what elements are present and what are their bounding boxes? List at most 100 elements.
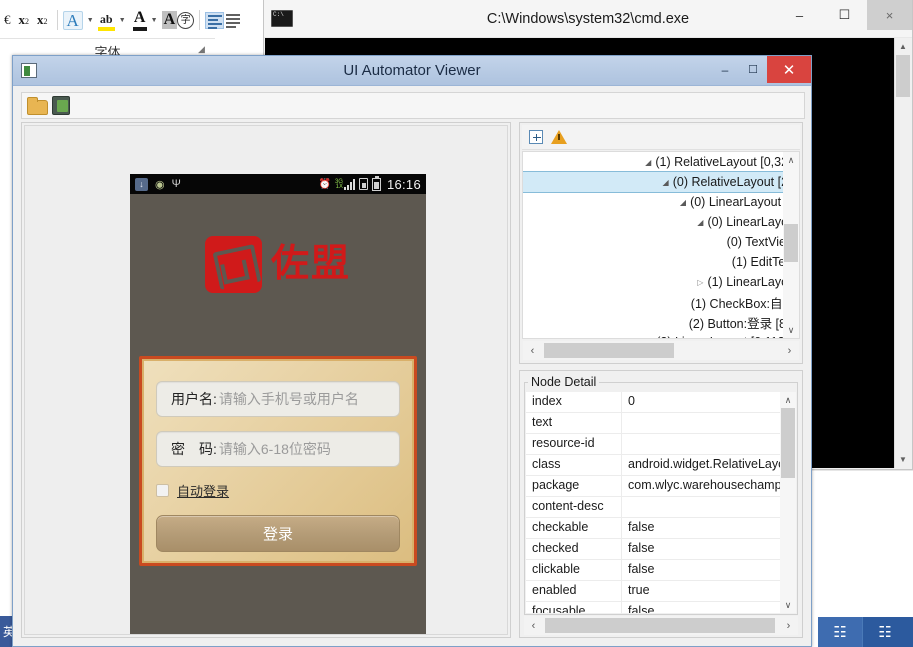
divider — [57, 10, 58, 30]
detail-hscroll-thumb[interactable] — [545, 618, 775, 633]
uiav-minimize-button[interactable]: – — [711, 57, 739, 82]
device-screenshot[interactable]: ↓ ◉ Ψ ⏰ 3G 1X — [130, 174, 426, 634]
cmd-maximize-button[interactable]: ☐ — [822, 0, 867, 30]
align-left-button[interactable] — [205, 12, 224, 29]
font-color-icon[interactable]: A — [133, 9, 147, 31]
highlight-icon[interactable]: ab — [98, 10, 115, 31]
tree-node[interactable]: (2) Button:登录 [8C — [523, 312, 799, 332]
cmd-scroll-down-icon[interactable]: ▼ — [895, 451, 911, 468]
chevron-down-icon[interactable]: ◢ — [646, 338, 652, 340]
tree-hscroll-thumb[interactable] — [544, 343, 674, 358]
tree-scroll-left-icon[interactable]: ‹ — [523, 345, 542, 357]
ui-automator-viewer-window: UI Automator Viewer – ☐ ✕ ↓ ◉ — [12, 55, 812, 647]
detail-scroll-right-icon[interactable]: › — [779, 620, 798, 632]
cmd-minimize-button[interactable]: – — [777, 0, 822, 30]
table-row[interactable]: index0 — [526, 392, 780, 413]
taskbar-item-2[interactable]: ☷ — [863, 617, 907, 647]
align-justify-button[interactable] — [224, 12, 243, 29]
table-row[interactable]: checkablefalse — [526, 518, 780, 539]
tree-node-selected[interactable]: ◢(0) RelativeLayout [20 — [523, 172, 799, 192]
tree-scroll-down-icon[interactable]: ∨ — [783, 322, 799, 338]
tree-scroll-right-icon[interactable]: › — [780, 345, 799, 357]
open-folder-icon[interactable] — [27, 97, 47, 114]
auto-login-row[interactable]: 自动登录 — [156, 481, 400, 500]
table-row[interactable]: classandroid.widget.RelativeLayou — [526, 455, 780, 476]
uiav-close-button[interactable]: ✕ — [767, 56, 811, 83]
cmd-title-bar[interactable]: C:\ C:\Windows\system32\cmd.exe – ☐ × — [264, 0, 912, 38]
tree-node[interactable]: (1) CheckBox:自动 — [523, 292, 799, 312]
tree-scroll-up-icon[interactable]: ∧ — [783, 152, 799, 168]
text-effects-icon[interactable]: A — [63, 11, 83, 30]
taskbar: ☷ ☷ — [818, 617, 913, 647]
app-screen: 佐盟 用户名: 请输入手机号或用户名 密 码: 请输入6-18位密码 — [130, 194, 426, 634]
chevron-down-icon[interactable]: ▼ — [119, 17, 126, 24]
device-screenshot-icon[interactable] — [52, 96, 70, 115]
tree-horizontal-scrollbar[interactable]: ‹ › — [523, 341, 799, 360]
uiav-title-text: UI Automator Viewer — [13, 62, 811, 79]
status-clock: 16:16 — [387, 177, 421, 192]
detail-key: class — [526, 455, 622, 475]
table-row[interactable]: content-desc — [526, 497, 780, 518]
chevron-down-icon[interactable]: ◢ — [663, 178, 669, 187]
superscript-button[interactable]: x2 — [33, 12, 52, 28]
username-field[interactable]: 用户名: 请输入手机号或用户名 — [156, 381, 400, 417]
table-row[interactable]: focusablefalse — [526, 602, 780, 613]
uiav-title-bar[interactable]: UI Automator Viewer – ☐ ✕ — [13, 56, 811, 86]
cmd-scroll-thumb[interactable] — [896, 55, 910, 97]
table-row[interactable]: enabledtrue — [526, 581, 780, 602]
node-tree[interactable]: ◢(1) RelativeLayout [0,322 ◢(0) Relative… — [522, 151, 800, 339]
shading-icon[interactable]: A — [162, 11, 178, 29]
auto-login-checkbox[interactable] — [156, 484, 169, 497]
detail-key: focusable — [526, 602, 622, 613]
detail-scroll-left-icon[interactable]: ‹ — [524, 620, 543, 632]
detail-horizontal-scrollbar[interactable]: ‹ › — [524, 616, 798, 635]
tree-vertical-scrollbar[interactable]: ∧ ∨ — [783, 152, 799, 338]
tree-node[interactable]: (0) TextView — [523, 232, 799, 252]
uiav-maximize-button[interactable]: ☐ — [739, 57, 767, 82]
table-row[interactable]: resource-id — [526, 434, 780, 455]
tree-node[interactable]: ◢(1) RelativeLayout [0,322 — [523, 152, 799, 172]
tree-node[interactable]: ◢(0) LinearLayou — [523, 212, 799, 232]
login-button[interactable]: 登录 — [156, 515, 400, 552]
cmd-scrollbar[interactable]: ▲ ▼ — [894, 38, 911, 468]
chevron-down-icon[interactable]: ◢ — [697, 218, 703, 227]
password-field[interactable]: 密 码: 请输入6-18位密码 — [156, 431, 400, 467]
detail-value — [622, 413, 780, 433]
detail-key: checked — [526, 539, 622, 559]
tree-node[interactable]: ◢(0) LinearLayout [2 — [523, 192, 799, 212]
chevron-down-icon[interactable]: ▼ — [87, 17, 94, 24]
right-column: ◢(1) RelativeLayout [0,322 ◢(0) Relative… — [519, 122, 803, 638]
detail-scroll-up-icon[interactable]: ∧ — [780, 392, 796, 408]
subscript-button[interactable]: x2 — [15, 12, 34, 28]
cmd-close-button[interactable]: × — [867, 0, 912, 30]
warning-icon[interactable] — [551, 130, 567, 144]
detail-scroll-down-icon[interactable]: ∨ — [780, 597, 796, 613]
table-row[interactable]: checkedfalse — [526, 539, 780, 560]
chevron-right-icon[interactable]: ▷ — [697, 278, 703, 287]
android-status-bar: ↓ ◉ Ψ ⏰ 3G 1X — [130, 174, 426, 194]
tree-node[interactable]: (1) EditText — [523, 252, 799, 272]
character-border-icon[interactable]: 字 — [177, 12, 194, 29]
detail-vscroll-thumb[interactable] — [781, 408, 795, 478]
taskbar-item-1[interactable]: ☷ — [818, 617, 862, 647]
detail-hscroll-track[interactable] — [543, 618, 779, 633]
tree-vscroll-thumb[interactable] — [784, 224, 798, 262]
node-detail-table[interactable]: index0 text resource-id classandroid.wid… — [526, 392, 780, 613]
cmd-scroll-up-icon[interactable]: ▲ — [895, 38, 911, 55]
table-row[interactable]: clickablefalse — [526, 560, 780, 581]
detail-key: text — [526, 413, 622, 433]
detail-vertical-scrollbar[interactable]: ∧ ∨ — [780, 392, 796, 613]
detail-value: false — [622, 602, 780, 613]
chevron-down-icon[interactable]: ◢ — [680, 198, 686, 207]
table-row[interactable]: packagecom.wlyc.warehousechampi.. — [526, 476, 780, 497]
table-row[interactable]: text — [526, 413, 780, 434]
tree-node[interactable]: ◢(2) LinearLayout [0,1124] — [523, 332, 799, 339]
tree-node[interactable]: ▷(1) LinearLayou — [523, 272, 799, 292]
detail-value: false — [622, 518, 780, 538]
expand-all-icon[interactable] — [529, 130, 543, 144]
chevron-down-icon[interactable]: ▼ — [151, 17, 158, 24]
screenshot-canvas[interactable]: ↓ ◉ Ψ ⏰ 3G 1X — [24, 125, 508, 635]
chevron-down-icon[interactable]: ◢ — [645, 158, 651, 167]
dialog-launcher-icon[interactable]: ◢ — [198, 44, 205, 55]
tree-hscroll-track[interactable] — [542, 343, 780, 358]
